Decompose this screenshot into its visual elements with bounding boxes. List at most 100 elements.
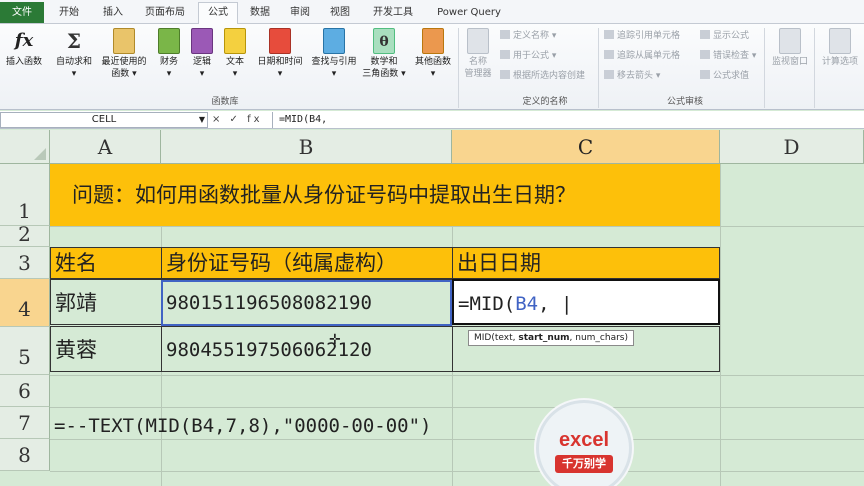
formula-suffix: ,: [538, 293, 550, 315]
cell-c4-editing[interactable]: =MID(B4, |: [452, 279, 720, 325]
show-formulas-button[interactable]: 显示公式: [700, 30, 749, 42]
text-button[interactable]: 文本 ▾: [220, 28, 250, 80]
worksheet[interactable]: A B C D 1 2 3 4 5 6 7 8 问题：如何用函数批量从身份证号码…: [0, 130, 864, 486]
financial-button[interactable]: 财务 ▾: [154, 28, 184, 80]
tab-data[interactable]: 数据: [242, 4, 278, 24]
more-books-icon: [422, 28, 444, 54]
row-header-8[interactable]: 8: [0, 439, 50, 471]
gridline: [50, 407, 864, 408]
tag-icon: [500, 30, 510, 39]
gridline: [50, 375, 864, 376]
calc-options-button[interactable]: 计算选项: [818, 28, 862, 68]
title-cell[interactable]: 问题：如何用函数批量从身份证号码中提取出生日期？: [50, 164, 720, 226]
column-header-d[interactable]: D: [720, 130, 864, 164]
create-from-selection-button[interactable]: 根据所选内容创建: [500, 70, 585, 82]
row-header-7[interactable]: 7: [0, 407, 50, 439]
trace-arrow-icon: [604, 50, 614, 59]
column-header-a[interactable]: A: [50, 130, 161, 164]
text-book-icon: [224, 28, 246, 54]
header-id-number[interactable]: 身份证号码（纯属虚构）: [161, 247, 453, 279]
tab-developer[interactable]: 开发工具: [364, 4, 422, 24]
header-birth-date[interactable]: 出日日期: [452, 247, 720, 279]
cell-a4[interactable]: 郭靖: [50, 279, 162, 325]
column-header-c[interactable]: C: [452, 130, 720, 164]
warning-icon: [700, 50, 710, 59]
reference-highlight-b4: [161, 280, 452, 326]
formula-input[interactable]: =MID(B4,: [272, 112, 864, 128]
theta-book-icon: θ: [373, 28, 395, 54]
more-functions-button[interactable]: 其他函数 ▾: [410, 28, 456, 80]
name-manager-button[interactable]: 名称 管理器: [460, 28, 496, 80]
cell-b5[interactable]: 980455197506062120: [161, 326, 453, 372]
crosshair-cursor-icon: ✛: [329, 332, 341, 348]
tab-home[interactable]: 开始: [48, 4, 90, 24]
recently-used-button[interactable]: 最近使用的 函数 ▾: [98, 28, 150, 80]
group-label-names: 定义的名称: [522, 97, 568, 107]
ribbon-separator: [764, 28, 765, 108]
gridline: [50, 226, 864, 227]
lookup-book-icon: [323, 28, 345, 54]
watch-window-button[interactable]: 监视窗口: [768, 28, 812, 68]
date-time-button[interactable]: 日期和时间 ▾: [254, 28, 306, 80]
error-checking-button[interactable]: 错误检查 ▾: [700, 50, 756, 62]
select-all-corner[interactable]: [0, 130, 50, 164]
math-trig-button[interactable]: θ 数学和 三角函数 ▾: [362, 28, 406, 80]
ribbon-separator: [458, 28, 459, 108]
evaluate-formula-button[interactable]: 公式求值: [700, 70, 749, 82]
function-tooltip[interactable]: MID(text, start_num, num_chars): [468, 330, 634, 346]
name-manager-icon: [467, 28, 489, 54]
calculator-icon: [829, 28, 851, 54]
trace-precedents-button[interactable]: 追踪引用单元格: [604, 30, 680, 42]
formula-icon: [500, 50, 510, 59]
lookup-reference-button[interactable]: 查找与引用 ▾: [308, 28, 360, 80]
fx-icon: fx: [14, 30, 34, 51]
formula-prefix: =MID(: [458, 293, 516, 315]
header-name[interactable]: 姓名: [50, 247, 162, 279]
excel-logo-watermark: excel 千万别学: [536, 400, 632, 486]
formula-bar: CELL ▼ × ✓ fx =MID(B4,: [0, 111, 864, 129]
remove-arrows-button[interactable]: 移去箭头 ▾: [604, 70, 660, 82]
logo-subtitle: 千万别学: [555, 455, 613, 473]
use-in-formula-button[interactable]: 用于公式 ▾: [500, 50, 556, 62]
trace-dependents-button[interactable]: 追踪从属单元格: [604, 50, 680, 62]
tab-formulas[interactable]: 公式: [198, 2, 238, 25]
formula-note-a7[interactable]: =--TEXT(MID(B4,7,8),"0000-00-00"): [54, 410, 432, 442]
row-header-4[interactable]: 4: [0, 279, 50, 327]
show-formulas-icon: [700, 30, 710, 39]
row-header-1[interactable]: 1: [0, 164, 50, 226]
column-header-b[interactable]: B: [161, 130, 452, 164]
ribbon-separator: [598, 28, 599, 108]
name-box[interactable]: CELL ▼: [0, 112, 208, 128]
formula-bar-buttons[interactable]: × ✓ fx: [212, 112, 263, 128]
define-name-button[interactable]: 定义名称 ▾: [500, 30, 556, 42]
eraser-icon: [604, 70, 614, 79]
insert-function-button[interactable]: fx 插入函数: [2, 28, 46, 68]
logical-button[interactable]: 逻辑 ▾: [188, 28, 216, 80]
row-header-5[interactable]: 5: [0, 327, 50, 375]
formula-reference: B4: [515, 293, 539, 315]
row-header-6[interactable]: 6: [0, 375, 50, 407]
text-cursor: |: [549, 293, 573, 315]
financial-book-icon: [158, 28, 180, 54]
ribbon-separator: [814, 28, 815, 108]
tab-file[interactable]: 文件: [0, 2, 44, 23]
date-book-icon: [269, 28, 291, 54]
tab-review[interactable]: 审阅: [282, 4, 318, 24]
row-header-2[interactable]: 2: [0, 224, 50, 247]
logical-book-icon: [191, 28, 213, 54]
watch-window-icon: [779, 28, 801, 54]
ribbon-tab-bar: 文件 开始 插入 页面布局 公式 数据 审阅 视图 开发工具 Power Que…: [0, 0, 864, 25]
tab-page-layout[interactable]: 页面布局: [136, 4, 194, 24]
row-header-3[interactable]: 3: [0, 247, 50, 279]
tab-view[interactable]: 视图: [322, 4, 358, 24]
evaluate-icon: [700, 70, 710, 79]
star-book-icon: [113, 28, 135, 54]
gridline: [50, 471, 864, 472]
tab-power-query[interactable]: Power Query: [430, 4, 508, 24]
tab-insert[interactable]: 插入: [92, 4, 134, 24]
cell-a5[interactable]: 黄蓉: [50, 326, 162, 372]
grid-icon: [500, 70, 510, 79]
chevron-down-icon[interactable]: ▼: [199, 113, 205, 127]
trace-arrow-icon: [604, 30, 614, 39]
autosum-button[interactable]: Σ 自动求和 ▾: [52, 28, 96, 80]
